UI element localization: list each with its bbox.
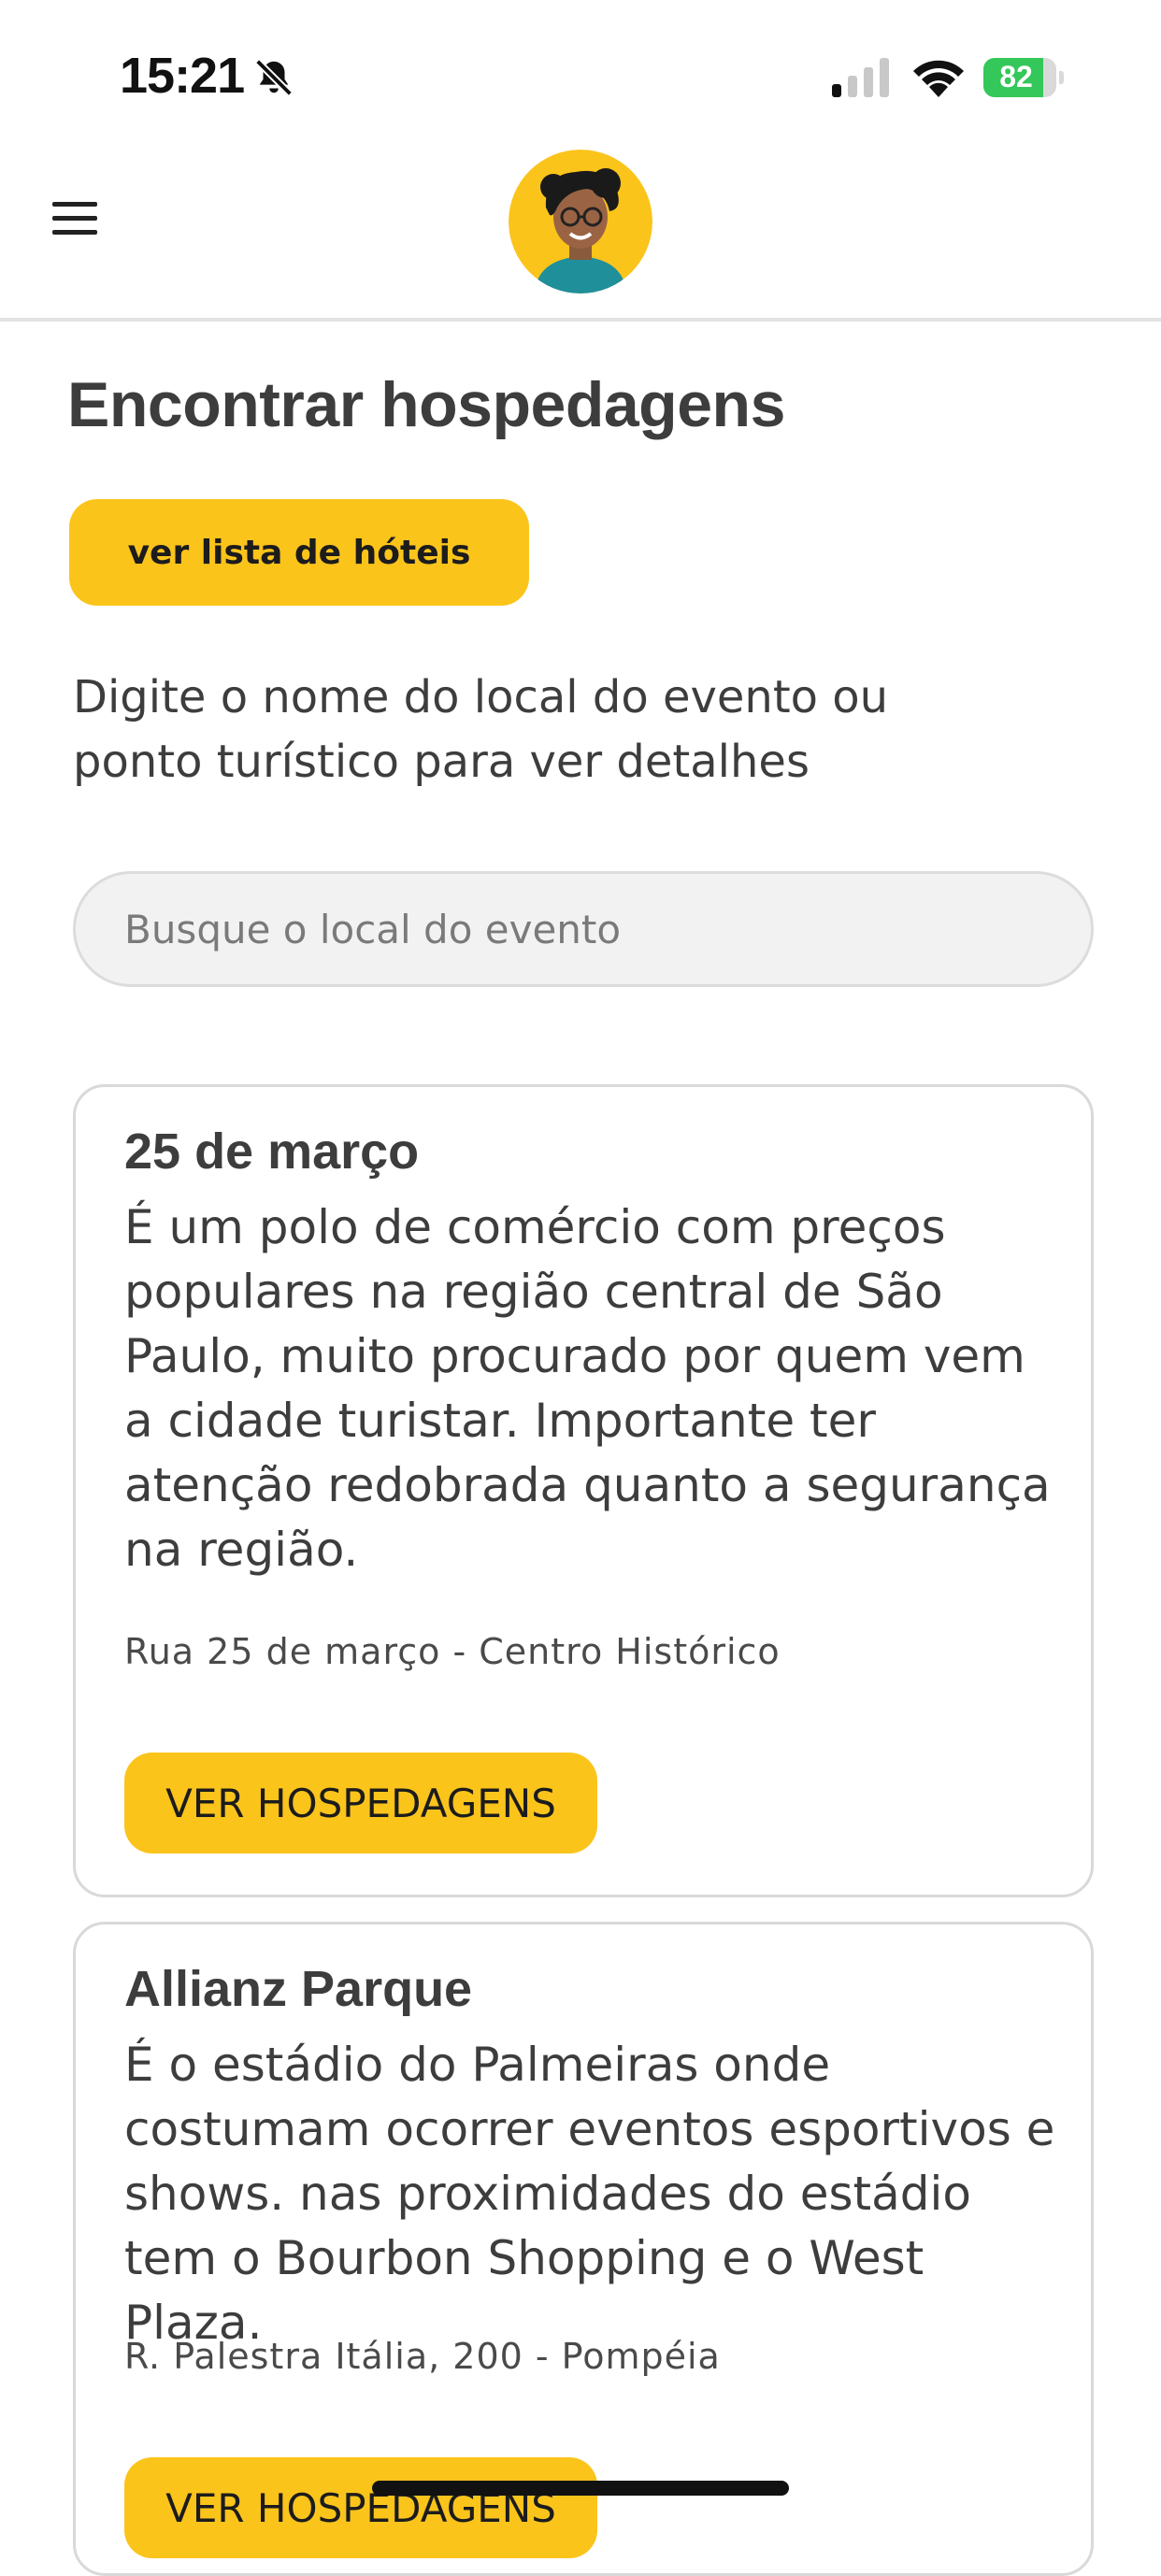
page-title: Encontrar hospedagens [67,369,785,440]
status-bar: 15:21 82 [0,0,1161,150]
search-input[interactable] [73,871,1094,987]
place-description: É um polo de comércio com preços popular… [124,1200,1051,1577]
place-name: Allianz Parque [124,1961,473,2017]
wifi-icon [913,60,964,97]
place-name: 25 de março [124,1123,420,1180]
place-card: Allianz Parque É o estádio do Palmeiras … [73,1922,1094,2576]
place-description: É o estádio do Palmeiras onde costumam o… [124,2038,1055,2350]
view-lodgings-button[interactable]: VER HOSPEDAGENS [124,1753,597,1853]
place-address: Rua 25 de março - Centro Histórico [124,1631,781,1672]
place-address: R. Palestra Itália, 200 - Pompéia [124,2336,721,2377]
user-avatar[interactable] [509,150,652,293]
place-card: 25 de março É um polo de comércio com pr… [73,1084,1094,1897]
status-time: 15:21 [120,48,245,104]
view-lodgings-button[interactable]: VER HOSPEDAGENS [124,2457,597,2558]
hotel-list-button[interactable]: ver lista de hóteis [69,499,529,606]
battery-charging-icon: 82 [983,58,1064,97]
bell-slash-icon [255,59,293,96]
instructions-text: Digite o nome do local do evento ou pont… [73,671,889,788]
home-indicator[interactable] [372,2481,789,2496]
cellular-signal-icon [832,58,889,97]
hamburger-menu-icon[interactable] [49,198,101,239]
app-header [0,150,1161,322]
battery-percentage: 82 [999,60,1033,93]
